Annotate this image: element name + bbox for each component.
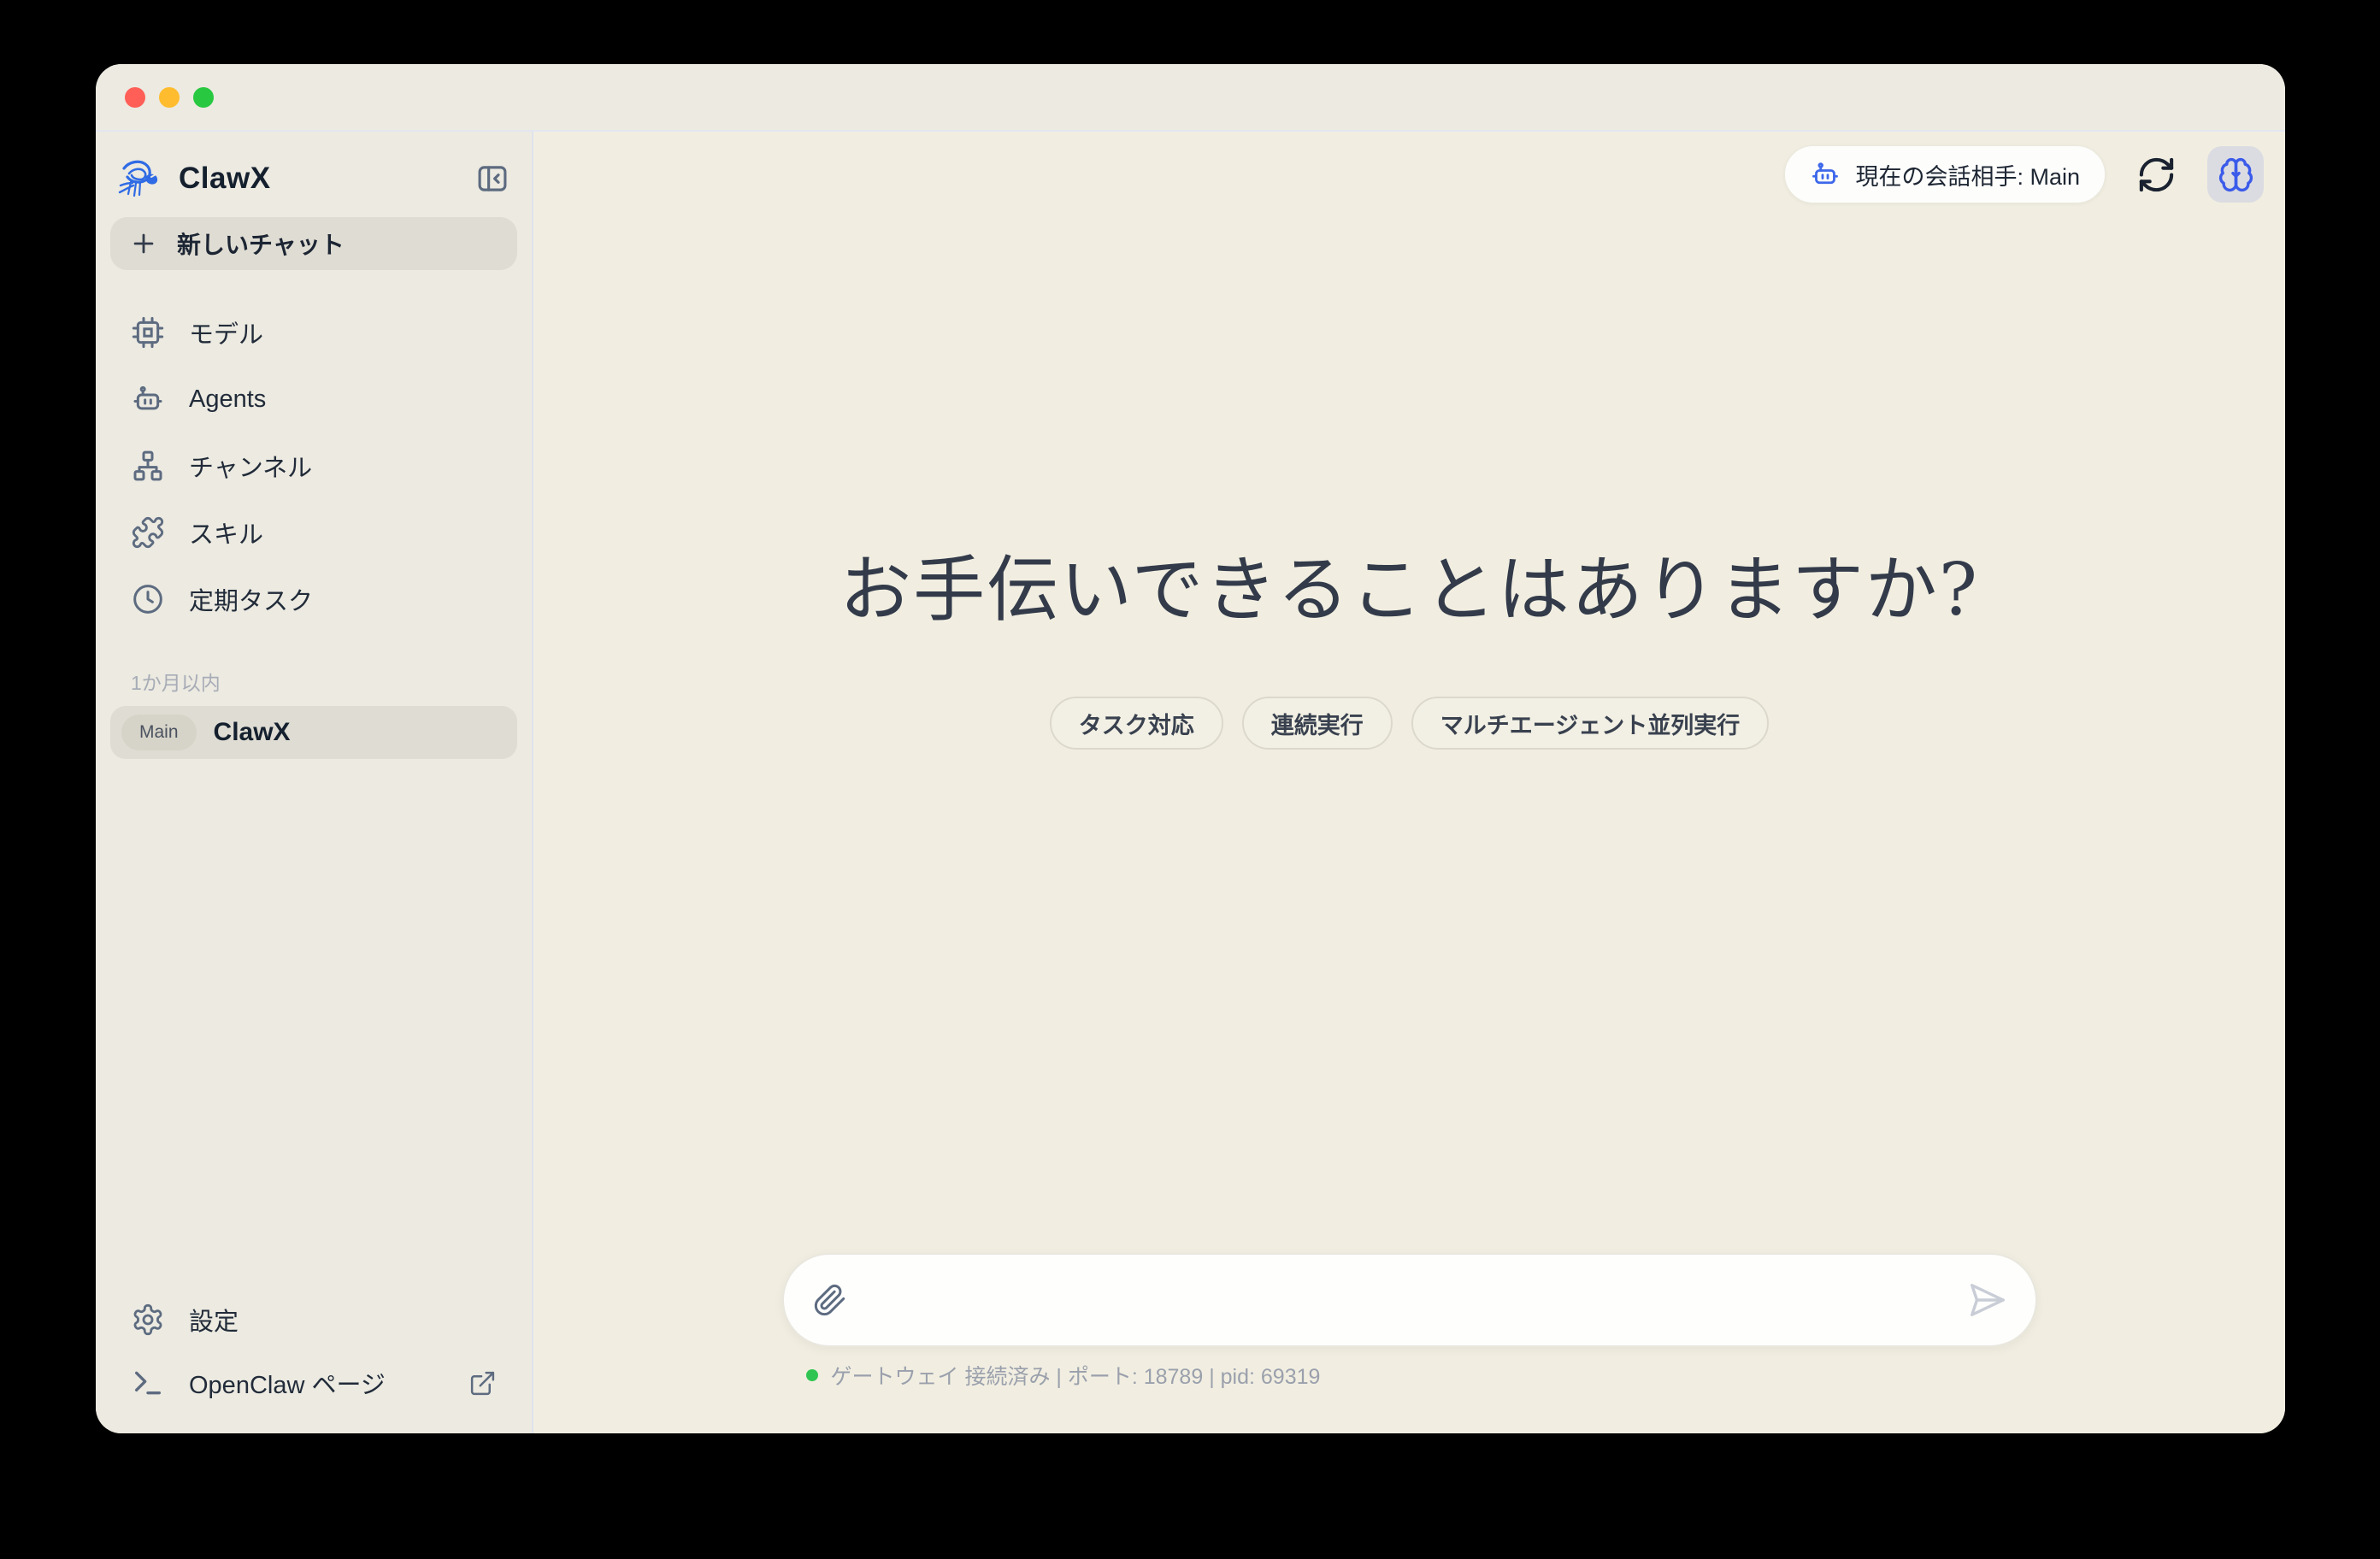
history-section-label: 1か月以内 (110, 667, 517, 696)
zoom-window-button[interactable] (193, 87, 214, 108)
new-chat-label: 新しいチャット (177, 226, 345, 261)
sidebar-item-label: チャンネル (189, 448, 312, 484)
clock-icon (131, 582, 165, 616)
sidebar-header: ClawX (110, 154, 517, 203)
sidebar-item-channels[interactable]: チャンネル (110, 432, 517, 499)
message-composer (782, 1253, 2037, 1347)
sidebar: ClawX 新しいチャット (96, 132, 533, 1433)
sidebar-item-label: モデル (189, 315, 263, 350)
gateway-status-bar: ゲートウェイ 接続済み | ポート: 18789 | pid: 69319 (782, 1360, 2037, 1391)
external-link-icon (468, 1369, 497, 1397)
chip-task-support[interactable]: タスク対応 (1050, 697, 1223, 750)
connection-status-dot (806, 1369, 818, 1381)
chat-agent-badge: Main (121, 715, 197, 750)
gear-icon (131, 1303, 165, 1337)
chat-history-item[interactable]: Main ClawX (110, 706, 517, 759)
window-titlebar (96, 64, 2285, 132)
panel-collapse-icon (474, 161, 510, 197)
sidebar-item-label: Agents (189, 385, 266, 414)
hierarchy-icon (131, 449, 165, 483)
plus-icon (129, 229, 158, 258)
lobster-logo-icon (117, 156, 165, 201)
sidebar-item-models[interactable]: モデル (110, 299, 517, 366)
attach-file-button[interactable] (813, 1283, 847, 1317)
main-area: 現在の会話相手: Main (533, 132, 2285, 1433)
chip-continuous-run[interactable]: 連続実行 (1242, 697, 1393, 750)
paperclip-icon (813, 1283, 847, 1317)
send-button[interactable] (1967, 1280, 2006, 1320)
bot-icon (131, 382, 165, 416)
sidebar-item-settings[interactable]: 設定 (110, 1288, 517, 1351)
app-window: ClawX 新しいチャット (96, 64, 2285, 1433)
suggestion-chips: タスク対応 連続実行 マルチエージェント並列実行 (1050, 697, 1769, 750)
sidebar-spacer (110, 759, 517, 1288)
puzzle-icon (131, 515, 165, 550)
gateway-status-text: ゲートウェイ 接続済み | ポート: 18789 | pid: 69319 (831, 1360, 1321, 1391)
send-icon (1967, 1280, 2006, 1320)
hero-section: お手伝いできることはありますか? タスク対応 連続実行 マルチエージェント並列実… (533, 132, 2285, 750)
new-chat-button[interactable]: 新しいチャット (110, 217, 517, 270)
openclaw-page-label: OpenClaw ページ (189, 1365, 386, 1401)
sidebar-collapse-button[interactable] (474, 161, 510, 197)
sidebar-item-openclaw-page[interactable]: OpenClaw ページ (110, 1351, 517, 1415)
sidebar-item-scheduled-tasks[interactable]: 定期タスク (110, 566, 517, 632)
sidebar-nav: モデル Agents (110, 299, 517, 632)
message-input[interactable] (868, 1286, 1947, 1315)
desktop-background: ClawX 新しいチャット (0, 0, 2380, 1559)
chip-multi-agent-parallel[interactable]: マルチエージェント並列実行 (1411, 697, 1769, 750)
terminal-icon (131, 1366, 165, 1400)
minimize-window-button[interactable] (159, 87, 180, 108)
app-title: ClawX (179, 162, 474, 196)
cpu-icon (131, 315, 165, 350)
sidebar-item-label: 定期タスク (189, 581, 313, 617)
window-body: ClawX 新しいチャット (96, 132, 2285, 1433)
chat-title: ClawX (214, 718, 291, 747)
traffic-lights (125, 87, 214, 108)
sidebar-item-label: スキル (189, 515, 263, 550)
hero-title: お手伝いできることはありますか? (839, 549, 1979, 632)
close-window-button[interactable] (125, 87, 145, 108)
sidebar-item-skills[interactable]: スキル (110, 499, 517, 566)
settings-label: 設定 (189, 1302, 239, 1338)
sidebar-item-agents[interactable]: Agents (110, 366, 517, 432)
